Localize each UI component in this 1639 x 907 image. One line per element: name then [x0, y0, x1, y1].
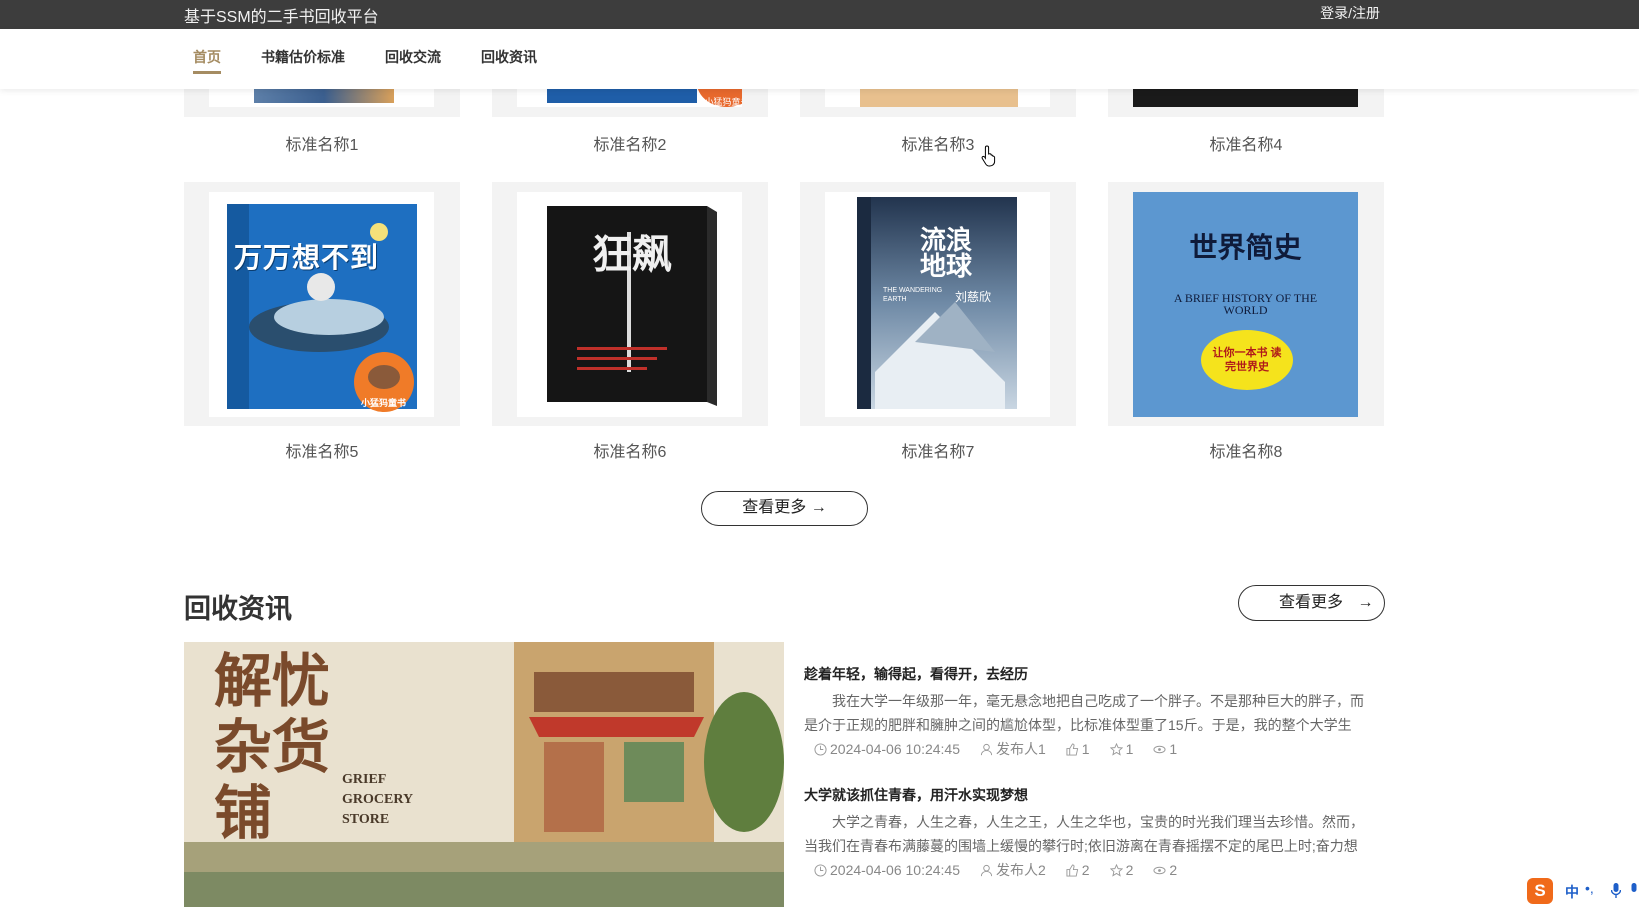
product-name: 标准名称8: [1209, 444, 1283, 461]
news-title[interactable]: 趁着年轻，输得起，看得开，去经历: [804, 664, 1364, 684]
view-more-label: 查看更多: [1279, 594, 1344, 611]
user-icon: [980, 864, 993, 876]
artwork-text-en-2: GROCERY: [342, 792, 414, 807]
eye-icon: [1153, 866, 1166, 874]
ime-toolbar[interactable]: S 中 •,: [1525, 876, 1639, 907]
product-card-1-image[interactable]: [184, 89, 460, 117]
punctuation-icon[interactable]: •,: [1585, 880, 1594, 896]
news-likes: 1: [1081, 741, 1090, 757]
thumbs-up-icon[interactable]: [1066, 742, 1079, 756]
top-bar: 基于SSM的二手书回收平台 登录/注册: [0, 0, 1639, 29]
news-author: 发布人2: [996, 862, 1046, 878]
user-icon: [980, 743, 993, 755]
main-nav: 首页 书籍估价标准 回收交流 回收资讯: [0, 29, 1639, 89]
product-name: 标准名称6: [593, 444, 667, 461]
product-image[interactable]: 狂飙: [492, 182, 768, 426]
product-card-3-image[interactable]: [800, 89, 1076, 117]
news-meta: 2024-04-06 10:24:45 发布人1 1 1 1: [804, 739, 1364, 759]
product-image[interactable]: 万万想不到 小猛犸童书: [184, 182, 460, 426]
thumbs-up-icon[interactable]: [1066, 863, 1079, 877]
artwork-text-en-1: GRIEF: [342, 772, 387, 787]
product-name: 标准名称7: [901, 444, 975, 461]
news-item[interactable]: 大学就该抓住青春，用汗水实现梦想 大学之青春，人生之春，人生之王，人生之华也，宝…: [804, 785, 1364, 880]
star-icon[interactable]: [1109, 863, 1123, 877]
product-card-4-image[interactable]: [1108, 89, 1384, 117]
view-more-books-button[interactable]: 查看更多 →: [701, 491, 868, 526]
news-views: 1: [1169, 741, 1178, 757]
sogou-logo-icon: S: [1527, 878, 1553, 904]
book-cover-title: 世界简史: [1189, 231, 1302, 264]
product-name: 标准名称2: [593, 137, 667, 154]
news-item[interactable]: 趁着年轻，输得起，看得开，去经历 我在大学一年级那一年，毫无悬念地把自己吃成了一…: [804, 664, 1364, 759]
microphone-icon[interactable]: [1629, 883, 1639, 899]
eye-icon: [1153, 745, 1166, 753]
ime-mode-label[interactable]: 中: [1565, 882, 1579, 902]
news-author: 发布人1: [996, 741, 1046, 757]
book-cover-title: 狂飙: [592, 231, 672, 278]
news-excerpt: 我在大学一年级那一年，毫无悬念地把自己吃成了一个胖子。不是那种巨大的胖子，而是介…: [804, 693, 1364, 733]
book-cover-subtitle: A BRIEF HISTORY OF THE WORLD: [1173, 291, 1318, 317]
news-favorites: 2: [1125, 862, 1134, 878]
nav-recycle-news[interactable]: 回收资讯: [481, 47, 537, 67]
news-section-title: 回收资讯: [184, 594, 292, 624]
login-register-link[interactable]: 登录/注册: [1320, 3, 1380, 23]
book-cover-title: 万万想不到: [234, 242, 380, 273]
news-meta: 2024-04-06 10:24:45 发布人2 2 2 2: [804, 860, 1364, 880]
news-time: 2024-04-06 10:24:45: [830, 862, 960, 878]
star-icon[interactable]: [1109, 742, 1123, 756]
product-name: 标准名称4: [1209, 137, 1283, 154]
news-excerpt: 大学之青春，人生之春，人生之王，人生之华也，宝贵的时光我们理当去珍惜。然而，当我…: [804, 814, 1364, 854]
product-name: 标准名称1: [285, 137, 359, 154]
news-likes: 2: [1081, 862, 1090, 878]
nav-valuation-standard[interactable]: 书籍估价标准: [261, 47, 345, 67]
nav-home[interactable]: 首页: [193, 47, 221, 74]
news-favorites: 1: [1125, 741, 1134, 757]
product-image[interactable]: 流浪地球 刘慈欣 THE WANDERING EARTH: [800, 182, 1076, 426]
microphone-icon[interactable]: [1611, 883, 1621, 899]
clock-icon: [814, 742, 827, 756]
book-cover-author: 刘慈欣: [955, 290, 992, 304]
book-cover-image: [227, 204, 417, 412]
view-more-news-button[interactable]: 查看更多 →: [1238, 585, 1385, 621]
news-feature-image[interactable]: 解忧 杂货 铺 GRIEF GROCERY STORE: [184, 642, 784, 907]
news-title[interactable]: 大学就该抓住青春，用汗水实现梦想: [804, 785, 1364, 805]
artwork-text-en-3: STORE: [342, 812, 390, 827]
nav-recycle-exchange[interactable]: 回收交流: [385, 47, 441, 67]
book-cover-badge: 让你一本书 读完世界史: [1201, 330, 1293, 390]
publisher-badge: 小猛犸童书: [697, 89, 742, 107]
book-cover-title: 流浪地球: [920, 226, 973, 282]
clock-icon: [814, 863, 827, 877]
book-cover-subtitle: THE WANDERING EARTH: [883, 287, 943, 303]
product-card-2-image[interactable]: 小猛犸童书: [492, 89, 768, 117]
arrow-right-icon: →: [1357, 594, 1374, 611]
news-views: 2: [1169, 862, 1178, 878]
hand-cursor-icon: [981, 145, 996, 167]
artwork-text-3: 铺: [214, 779, 273, 847]
product-name: 标准名称3: [901, 137, 975, 154]
publisher-badge: 小猛犸童书: [361, 398, 407, 408]
news-time: 2024-04-06 10:24:45: [830, 741, 960, 757]
product-image[interactable]: 世界简史 A BRIEF HISTORY OF THE WORLD 让你一本书 …: [1108, 182, 1384, 426]
product-name: 标准名称5: [285, 444, 359, 461]
site-title: 基于SSM的二手书回收平台: [184, 9, 379, 26]
